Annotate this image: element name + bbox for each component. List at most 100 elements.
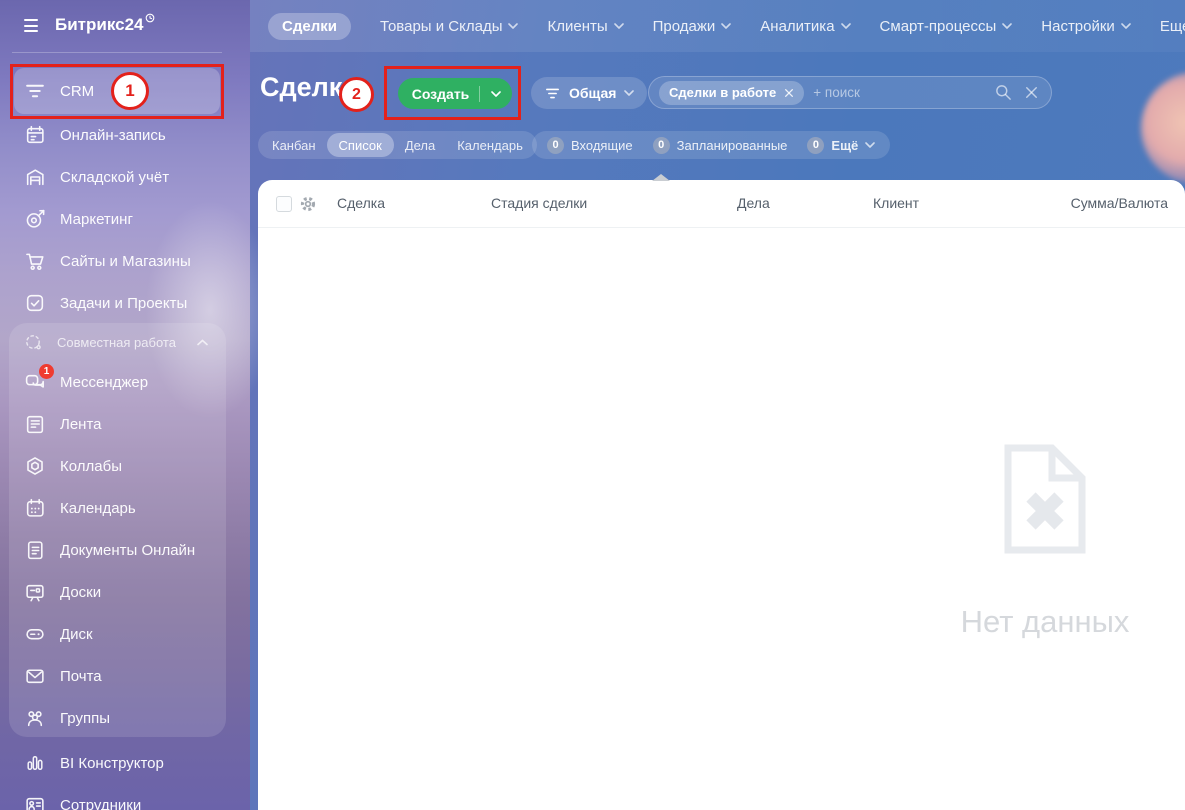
grid-settings-gear[interactable] [299,195,317,213]
sidebar-item-label: Маркетинг [60,210,133,228]
logo-trademark-icon [146,13,155,23]
gear-icon [300,196,316,212]
nav-label: Настройки [1041,17,1115,35]
sidebar-item-mail[interactable]: Почта [9,655,226,697]
sidebar-item-online-documents[interactable]: Документы Онлайн [9,529,226,571]
filter-chip-deals-in-progress[interactable]: Сделки в работе [659,80,805,105]
clear-search-icon[interactable] [1022,83,1041,102]
chevron-down-icon [1121,23,1131,29]
logo-text: Битрикс24 [55,15,144,34]
bitrix24-app: Сделки Товары и Склады Клиенты Продажи А… [0,0,1185,810]
tab-label: Календарь [457,137,523,153]
nav-label: Сделки [282,17,337,35]
counter-label: Ещё [831,137,859,153]
column-header-client[interactable]: Клиент [873,195,919,211]
calendar-icon [24,497,46,519]
sidebar-item-feed[interactable]: Лента [9,403,226,445]
sidebar-item-boards[interactable]: Доски [9,571,226,613]
funnel-selector-label: Общая [569,85,617,101]
sidebar-item-label: Почта [60,667,102,685]
nav-item-more[interactable]: Еще [1160,18,1185,35]
counter-badge: 0 [807,136,825,154]
counter-label: Входящие [571,137,633,153]
no-data-document-icon [1000,444,1090,559]
tasks-icon [24,292,46,314]
nav-item-smart-processes[interactable]: Смарт-процессы [880,18,1013,35]
sidebar-item-label: Группы [60,709,110,727]
marketing-icon [24,208,46,230]
messenger-icon: 1 [24,364,54,393]
employees-icon [24,794,46,810]
annotation-box-create [384,66,521,120]
sidebar-header: Битрикс24 [0,0,250,52]
warehouse-icon [24,166,46,188]
counter-tabs: 0 Входящие 0 Запланированные 0 Ещё [532,131,891,159]
counter-badge: 0 [652,136,670,154]
logo[interactable]: Битрикс24 [55,13,155,35]
empty-state-text: Нет данных [960,604,1130,639]
nav-item-clients[interactable]: Клиенты [547,18,624,35]
filter-search-bar[interactable]: Сделки в работе [648,76,1052,109]
filter-chip-label: Сделки в работе [669,85,777,100]
column-header-amount[interactable]: Сумма/Валюта [1071,195,1168,211]
grid-header-row: Сделка Стадия сделки Дела Клиент Сумма/В… [258,180,1185,228]
sidebar-item-bi-builder[interactable]: BI Конструктор [0,742,250,784]
menu-hamburger-icon[interactable] [24,19,38,36]
counter-more[interactable]: 0 Ещё [797,136,885,154]
search-icon[interactable] [994,83,1013,102]
sidebar-item-label: Мессенджер [60,373,149,391]
counter-badge: 0 [547,136,564,154]
mail-icon [24,665,46,687]
column-header-deal[interactable]: Сделка [337,195,385,211]
sidebar-item-groups[interactable]: Группы [9,697,226,739]
boards-icon [24,581,46,603]
deals-grid-panel: Сделка Стадия сделки Дела Клиент Сумма/В… [258,174,1185,810]
sidebar-item-employees[interactable]: Сотрудники [0,784,250,810]
sidebar-item-label: Задачи и Проекты [60,294,188,312]
sidebar-item-calendar[interactable]: Календарь [9,487,226,529]
nav-item-analytics[interactable]: Аналитика [760,18,851,35]
sidebar-item-warehouse[interactable]: Складской учёт [0,156,250,198]
select-all-checkbox[interactable] [276,196,292,212]
sidebar-item-drive[interactable]: Диск [9,613,226,655]
sidebar-item-label: Доски [60,583,102,601]
tab-kanban[interactable]: Канбан [261,131,327,159]
sidebar-section-collaboration[interactable]: Совместная работа [9,323,226,361]
counter-incoming[interactable]: 0 Входящие [537,136,643,154]
funnel-selector[interactable]: Общая [531,77,648,109]
tab-list[interactable]: Список [326,133,394,157]
nav-item-sales[interactable]: Продажи [653,18,732,35]
counter-planned[interactable]: 0 Запланированные [643,136,798,154]
column-header-activities[interactable]: Дела [737,195,770,211]
chevron-down-icon [613,23,624,29]
nav-item-settings[interactable]: Настройки [1041,18,1131,35]
sidebar-item-label: Документы Онлайн [60,541,196,559]
tab-activities[interactable]: Дела [394,131,446,159]
tab-calendar[interactable]: Календарь [446,131,534,159]
collabs-icon [24,455,46,477]
sidebar-item-online-booking[interactable]: Онлайн-запись [0,114,250,156]
sidebar-item-marketing[interactable]: Маркетинг [0,198,250,240]
nav-item-products[interactable]: Товары и Склады [380,18,519,35]
chevron-down-icon [508,23,519,29]
sidebar-bottom-list: BI Конструктор Сотрудники [0,742,250,810]
funnel-icon [546,88,559,98]
counter-label: Запланированные [676,137,788,153]
sidebar-item-messenger[interactable]: 1 Мессенджер [9,361,226,403]
column-header-stage[interactable]: Стадия сделки [491,195,587,211]
chevron-down-icon [624,90,635,96]
sidebar-item-sites-stores[interactable]: Сайты и Магазины [0,240,250,282]
sidebar-item-collabs[interactable]: Коллабы [9,445,226,487]
feed-icon [24,413,46,435]
bi-chart-icon [24,752,46,774]
sidebar-item-label: Диск [60,625,93,643]
chevron-up-icon [197,339,208,346]
chevron-down-icon [865,142,876,148]
nav-label: Товары и Склады [379,17,503,35]
nav-item-deals[interactable]: Сделки [268,12,351,40]
messenger-unread-badge: 1 [39,364,54,379]
sidebar-item-tasks-projects[interactable]: Задачи и Проекты [0,282,250,324]
remove-filter-icon[interactable] [784,88,794,98]
search-input[interactable] [813,85,985,100]
tab-label: Дела [404,137,436,153]
